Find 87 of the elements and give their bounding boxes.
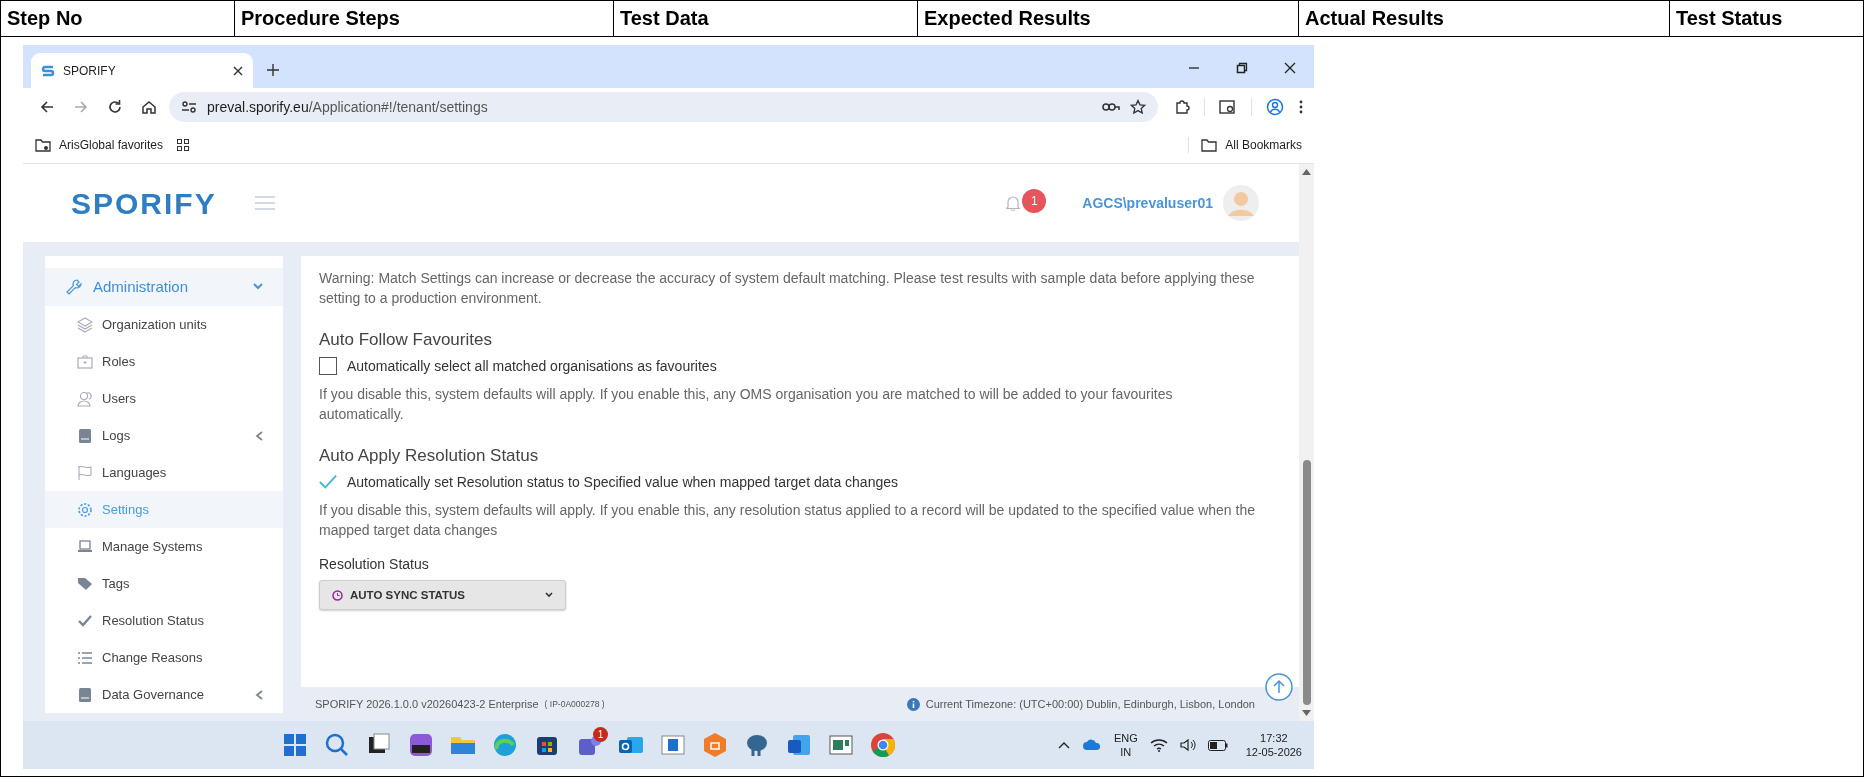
- column-header: Procedure Steps: [235, 1, 614, 36]
- sidebar-item[interactable]: Resolution Status: [45, 602, 283, 639]
- key-icon[interactable]: [1102, 101, 1120, 113]
- book-icon: [77, 686, 93, 703]
- list-icon: [77, 649, 93, 666]
- chevron-up-icon[interactable]: [1057, 741, 1070, 749]
- column-header: Actual Results: [1299, 1, 1670, 36]
- home-icon[interactable]: [141, 99, 157, 115]
- sidebar-item[interactable]: Languages: [45, 454, 283, 491]
- build-text: ( IP-0A000278 ): [544, 697, 605, 711]
- scrollbar-thumb[interactable]: [1302, 460, 1311, 705]
- close-icon[interactable]: [1284, 62, 1296, 74]
- help-text: If you disable this, system defaults will apply. If you enable this, any OMS organisation you are matched to will be added to your favourites automatically.: [319, 385, 1174, 424]
- gear-icon: [77, 501, 93, 518]
- url-text: preval.sporify.eu/Application#!/tenant/settings: [207, 97, 488, 117]
- back-icon[interactable]: [39, 99, 55, 115]
- sidebar-item[interactable]: Manage Systems: [45, 528, 283, 565]
- notification-count: 1: [1022, 189, 1047, 213]
- reload-icon[interactable]: [107, 99, 123, 115]
- info-icon: [906, 697, 920, 711]
- scroll-top-icon[interactable]: [1265, 673, 1293, 701]
- briefcase-icon: [77, 353, 93, 370]
- checkbox-label: Automatically set Resolution status to Specified value when mapped target data changes: [347, 473, 898, 492]
- timezone-text: Current Timezone: (UTC+00:00) Dublin, Edinburgh, Lisbon, London: [925, 696, 1255, 712]
- scroll-down-icon[interactable]: [1302, 709, 1311, 717]
- checkbox[interactable]: [319, 473, 337, 491]
- section-title: Auto Follow Favourites: [319, 330, 493, 350]
- wifi-icon[interactable]: [1149, 738, 1168, 752]
- restore-icon[interactable]: [1236, 62, 1248, 74]
- cloud-icon[interactable]: [1081, 739, 1102, 751]
- start-icon[interactable]: [281, 731, 309, 759]
- puzzle-icon[interactable]: [1174, 99, 1190, 115]
- column-header: Test Data: [614, 1, 918, 36]
- bookmark-folder[interactable]: All Bookmarks: [1201, 135, 1302, 154]
- address-bar[interactable]: preval.sporify.eu/Application#!/tenant/settings: [169, 92, 1158, 122]
- folder-gear-icon: [35, 137, 51, 152]
- dropdown[interactable]: AUTO SYNC STATUS: [319, 580, 566, 610]
- tag-icon: [77, 575, 93, 592]
- laptop-icon: [77, 538, 93, 555]
- book-icon: [77, 427, 93, 444]
- app-logo: SPORIFY: [71, 185, 217, 222]
- tab-title: SPORIFY: [63, 62, 116, 80]
- chevron-down-icon: [253, 283, 263, 291]
- apps-grid-icon[interactable]: [177, 138, 190, 151]
- sidebar-item[interactable]: Organization units: [45, 306, 283, 343]
- version-text: SPORIFY 2026.1.0.0 v20260423-2 Enterprise: [315, 696, 539, 712]
- tab-search-icon[interactable]: [1219, 99, 1237, 115]
- section-title: Auto Apply Resolution Status: [319, 446, 540, 466]
- sidebar-item[interactable]: Roles: [45, 343, 283, 380]
- notification-count: 1: [593, 727, 608, 742]
- browser-tab[interactable]: SPORIFY: [31, 53, 253, 88]
- site-settings-icon: [181, 100, 197, 114]
- language-indicator[interactable]: ENG IN: [1113, 731, 1138, 759]
- folder-icon: [1201, 137, 1218, 152]
- clock-icon: [332, 589, 343, 601]
- star-icon[interactable]: [1130, 99, 1146, 115]
- wrench-icon: [65, 278, 83, 296]
- layers-icon: [77, 316, 93, 333]
- checkbox[interactable]: [319, 357, 337, 375]
- sidebar-item[interactable]: Logs: [45, 417, 283, 454]
- clock[interactable]: 17:32 12-05-2026: [1245, 731, 1302, 759]
- chrome-icon[interactable]: [869, 731, 897, 759]
- column-header: Step No: [1, 1, 235, 36]
- close-icon[interactable]: [233, 65, 243, 76]
- help-text: If you disable this, system defaults will apply. If you enable this, any resolution status applied to a record will be updated to the specified value when the mapped target data changes: [319, 501, 1256, 540]
- field-label: Resolution Status: [319, 555, 430, 574]
- sidebar-item[interactable]: Tags: [45, 565, 283, 602]
- sidebar-item[interactable]: Data Governance: [45, 676, 283, 713]
- caret-icon: [545, 592, 553, 598]
- profile-icon[interactable]: [1266, 98, 1284, 116]
- warning-text: Warning: Match Settings can increase or decrease the accuracy of system default matching. Please test results with sample data before applying these setting to a production environment.: [319, 269, 1256, 308]
- sidebar-item[interactable]: Users: [45, 380, 283, 417]
- app-logo-icon: [41, 63, 55, 78]
- volume-icon[interactable]: [1179, 738, 1196, 752]
- column-header: Test Status: [1675, 6, 1784, 31]
- users-icon: [77, 390, 93, 407]
- sidebar-item[interactable]: Change Reasons: [45, 639, 283, 676]
- checkbox-label: Automatically select all matched organisations as favourites: [347, 357, 717, 376]
- battery-icon[interactable]: [1207, 739, 1228, 751]
- bookmark-folder[interactable]: ArisGlobal favorites: [35, 135, 164, 154]
- vertical-scrollbar[interactable]: [1299, 164, 1314, 721]
- menu-icon[interactable]: [1298, 99, 1304, 115]
- app-icon[interactable]: [407, 731, 435, 759]
- flag-icon: [77, 464, 93, 481]
- new-tab-icon[interactable]: [267, 64, 279, 76]
- column-header: Expected Results: [918, 1, 1299, 36]
- scroll-up-icon[interactable]: [1302, 168, 1311, 176]
